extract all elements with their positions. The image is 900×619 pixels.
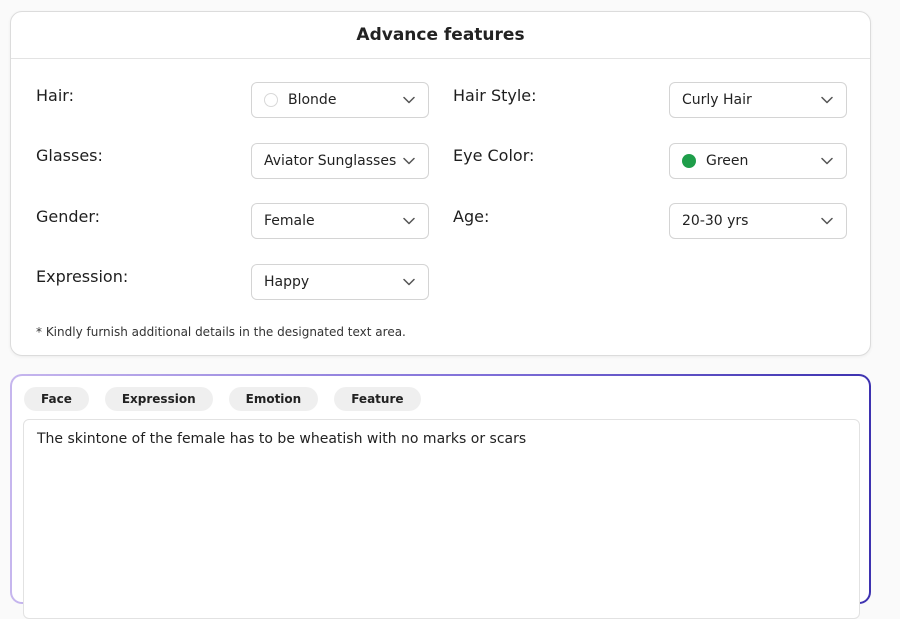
- age-label: Age:: [453, 207, 490, 226]
- gender-select[interactable]: Female: [251, 203, 429, 239]
- age-select-value: 20-30 yrs: [682, 213, 749, 229]
- glasses-select[interactable]: Aviator Sunglasses: [251, 143, 429, 179]
- hair-label: Hair:: [36, 86, 74, 105]
- advance-features-card: Advance features Hair: Blonde Hair Style…: [10, 11, 871, 356]
- chevron-down-icon: [820, 154, 834, 168]
- age-select[interactable]: 20-30 yrs: [669, 203, 847, 239]
- expression-select[interactable]: Happy: [251, 264, 429, 300]
- glasses-select-value: Aviator Sunglasses: [264, 153, 397, 169]
- details-note: * Kindly furnish additional details in t…: [36, 325, 406, 339]
- card-title: Advance features: [11, 12, 870, 59]
- hair-color-swatch: [264, 93, 278, 107]
- chevron-down-icon: [402, 154, 416, 168]
- hair-style-select-value: Curly Hair: [682, 92, 752, 108]
- hair-style-select[interactable]: Curly Hair: [669, 82, 847, 118]
- gender-label: Gender:: [36, 207, 101, 226]
- details-textarea[interactable]: The skintone of the female has to be whe…: [23, 419, 860, 619]
- chip-row: Face Expression Emotion Feature: [24, 387, 421, 411]
- eye-color-label: Eye Color:: [453, 146, 535, 165]
- chevron-down-icon: [402, 93, 416, 107]
- chip-face[interactable]: Face: [24, 387, 89, 411]
- expression-label: Expression:: [36, 267, 129, 286]
- eye-color-select-value: Green: [706, 153, 749, 169]
- eye-color-select[interactable]: Green: [669, 143, 847, 179]
- hair-select[interactable]: Blonde: [251, 82, 429, 118]
- chip-expression[interactable]: Expression: [104, 387, 213, 411]
- hair-select-value: Blonde: [288, 92, 337, 108]
- chevron-down-icon: [820, 93, 834, 107]
- chip-emotion[interactable]: Emotion: [228, 387, 319, 411]
- chip-feature[interactable]: Feature: [334, 387, 421, 411]
- eye-color-swatch: [682, 154, 696, 168]
- expression-select-value: Happy: [264, 274, 310, 290]
- prompt-panel: Face Expression Emotion Feature The skin…: [10, 374, 871, 619]
- chevron-down-icon: [820, 214, 834, 228]
- chevron-down-icon: [402, 275, 416, 289]
- chevron-down-icon: [402, 214, 416, 228]
- hair-style-label: Hair Style:: [453, 86, 537, 105]
- glasses-label: Glasses:: [36, 146, 103, 165]
- gender-select-value: Female: [264, 213, 315, 229]
